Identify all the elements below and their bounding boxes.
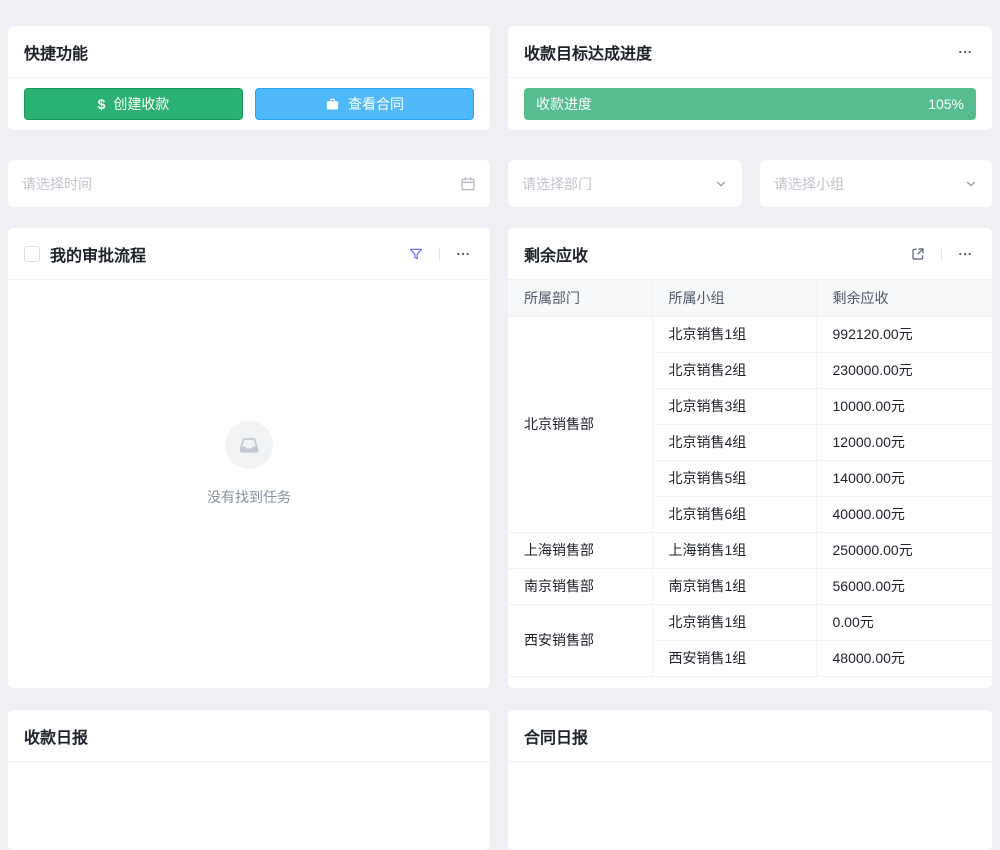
- table-header-row: 所属部门 所属小组 剩余应收: [508, 280, 992, 316]
- external-link-icon[interactable]: [907, 243, 929, 265]
- approval-card-title: 我的审批流程: [50, 242, 146, 266]
- time-range-picker[interactable]: [8, 160, 490, 207]
- amount-cell: 230000.00元: [816, 352, 992, 388]
- quick-functions-card: 快捷功能 $ 创建收款 查看合同: [8, 26, 490, 130]
- receivables-card-header: 剩余应收: [508, 228, 992, 280]
- amount-cell: 14000.00元: [816, 460, 992, 496]
- approval-empty-state: 没有找到任务: [8, 280, 490, 687]
- payment-daily-title: 收款日报: [24, 724, 88, 748]
- quick-functions-title: 快捷功能: [24, 40, 88, 64]
- amount-cell: 992120.00元: [816, 316, 992, 352]
- briefcase-icon: [325, 97, 340, 112]
- approval-flow-card: 我的审批流程 没有找到任务: [8, 228, 490, 688]
- progress-bar-label: 收款进度: [536, 94, 592, 114]
- dollar-icon: $: [98, 96, 106, 112]
- column-header-department: 所属部门: [508, 280, 652, 316]
- create-payment-label: 创建收款: [113, 94, 169, 114]
- more-icon[interactable]: [452, 243, 474, 265]
- group-cell: 北京销售4组: [652, 424, 816, 460]
- group-cell: 北京销售5组: [652, 460, 816, 496]
- amount-cell: 12000.00元: [816, 424, 992, 460]
- contract-daily-title: 合同日报: [524, 724, 588, 748]
- dept-cell: 上海销售部: [508, 532, 652, 568]
- group-select-placeholder: 请选择小组: [774, 174, 844, 194]
- select-all-checkbox[interactable]: [24, 246, 40, 262]
- empty-inbox-icon: [225, 421, 273, 469]
- payment-daily-card: 收款日报: [8, 710, 490, 850]
- receivables-table: 所属部门 所属小组 剩余应收 北京销售部 北京销售1组 992120.00元 北…: [508, 280, 992, 677]
- amount-cell: 40000.00元: [816, 496, 992, 532]
- table-row: 西安销售部 北京销售1组 0.00元: [508, 604, 992, 640]
- empty-state-text: 没有找到任务: [207, 487, 291, 507]
- dept-cell: 西安销售部: [508, 604, 652, 676]
- more-icon[interactable]: [954, 41, 976, 63]
- table-row: 北京销售部 北京销售1组 992120.00元: [508, 316, 992, 352]
- group-cell: 北京销售1组: [652, 316, 816, 352]
- column-header-amount: 剩余应收: [816, 280, 992, 316]
- view-contract-label: 查看合同: [348, 94, 404, 114]
- contract-daily-header: 合同日报: [508, 710, 992, 762]
- table-row: 上海销售部 上海销售1组 250000.00元: [508, 532, 992, 568]
- filter-funnel-icon[interactable]: [405, 243, 427, 265]
- view-contract-button[interactable]: 查看合同: [255, 88, 474, 120]
- group-cell: 上海销售1组: [652, 532, 816, 568]
- progress-card-title: 收款目标达成进度: [524, 40, 652, 64]
- progress-card-header: 收款目标达成进度: [508, 26, 992, 78]
- amount-cell: 56000.00元: [816, 568, 992, 604]
- amount-cell: 250000.00元: [816, 532, 992, 568]
- receivables-card-title: 剩余应收: [524, 242, 588, 266]
- department-select[interactable]: 请选择部门: [508, 160, 742, 207]
- group-cell: 北京销售6组: [652, 496, 816, 532]
- payment-daily-header: 收款日报: [8, 710, 490, 762]
- collection-progress-bar: 收款进度 105%: [524, 88, 976, 120]
- create-payment-button[interactable]: $ 创建收款: [24, 88, 243, 120]
- group-cell: 北京销售3组: [652, 388, 816, 424]
- divider: [941, 247, 942, 261]
- contract-daily-card: 合同日报: [508, 710, 992, 850]
- column-header-group: 所属小组: [652, 280, 816, 316]
- approval-card-header: 我的审批流程: [8, 228, 490, 280]
- group-cell: 西安销售1组: [652, 640, 816, 676]
- dept-cell: 南京销售部: [508, 568, 652, 604]
- receivables-card: 剩余应收 所属部门 所属小组 剩余应收: [508, 228, 992, 688]
- department-select-placeholder: 请选择部门: [522, 174, 592, 194]
- table-row: 南京销售部 南京销售1组 56000.00元: [508, 568, 992, 604]
- group-cell: 南京销售1组: [652, 568, 816, 604]
- chevron-down-icon: [714, 177, 728, 191]
- amount-cell: 10000.00元: [816, 388, 992, 424]
- progress-card: 收款目标达成进度 收款进度 105%: [508, 26, 992, 130]
- progress-bar-value: 105%: [928, 96, 964, 112]
- group-select[interactable]: 请选择小组: [760, 160, 992, 207]
- time-range-input[interactable]: [22, 176, 460, 192]
- group-cell: 北京销售2组: [652, 352, 816, 388]
- dept-cell: 北京销售部: [508, 316, 652, 532]
- group-cell: 北京销售1组: [652, 604, 816, 640]
- calendar-icon: [460, 176, 476, 192]
- amount-cell: 48000.00元: [816, 640, 992, 676]
- amount-cell: 0.00元: [816, 604, 992, 640]
- quick-functions-header: 快捷功能: [8, 26, 490, 78]
- divider: [439, 247, 440, 261]
- more-icon[interactable]: [954, 243, 976, 265]
- chevron-down-icon: [964, 177, 978, 191]
